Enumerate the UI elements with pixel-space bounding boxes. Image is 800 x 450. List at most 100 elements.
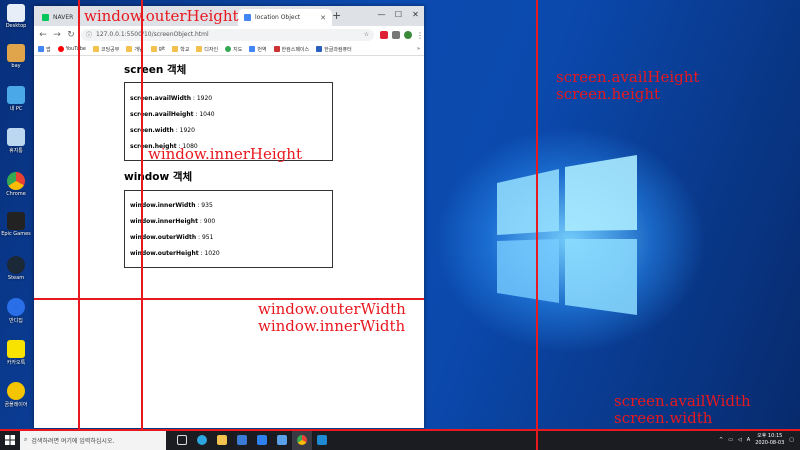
- taskbar-file-explorer[interactable]: [212, 430, 232, 450]
- window-heading: window 객체: [124, 171, 193, 183]
- back-icon[interactable]: ←: [39, 30, 47, 40]
- taskbar-chrome[interactable]: [292, 430, 312, 450]
- epic-games-icon: [7, 212, 25, 230]
- map-pin-icon: [225, 46, 232, 52]
- chevron-up-icon[interactable]: ^: [719, 437, 723, 443]
- annotation-screen-height: screen.height: [556, 85, 661, 103]
- annotation-outer-height: window.outerHeight: [84, 7, 239, 25]
- bookmark-hancom-space[interactable]: 한컴스페이스: [273, 46, 309, 53]
- extension-icons: ⋮: [380, 30, 424, 40]
- close-tab-icon[interactable]: ✕: [320, 14, 326, 22]
- naver-icon: [42, 14, 49, 21]
- start-button[interactable]: [0, 430, 20, 450]
- browser-window: NAVER location Object ✕ + — ☐ ✕ ← → ↻ ⓘ …: [34, 6, 424, 428]
- network-icon[interactable]: ▭: [728, 437, 733, 443]
- desktop-icon-gomplayer[interactable]: 곰플레이어: [4, 382, 28, 408]
- close-window-button[interactable]: ✕: [407, 6, 424, 22]
- clock[interactable]: 오후 10:15 2020-08-03: [755, 433, 784, 447]
- desktop-icon-chrome[interactable]: Chrome: [4, 172, 28, 197]
- edge-icon: [197, 435, 207, 445]
- annotation-inner-width: window.innerWidth: [258, 317, 406, 335]
- screen-height-line: [536, 0, 538, 450]
- desktop-icon-epic-games[interactable]: Epic Games: [1, 212, 31, 237]
- folder-icon: [150, 46, 157, 52]
- taskbar-store[interactable]: [232, 430, 252, 450]
- youtube-icon: [57, 46, 64, 52]
- inner-height-line: [141, 0, 143, 430]
- apps-grid-icon: [38, 46, 44, 52]
- forward-icon[interactable]: →: [53, 30, 61, 40]
- hancom-icon: [316, 46, 323, 52]
- recycle-bin-icon: [7, 128, 25, 146]
- tab-location-object[interactable]: location Object ✕: [238, 9, 332, 26]
- folder-user-icon: [7, 44, 25, 62]
- page-icon: [244, 14, 251, 21]
- annotation-screen-width: screen.width: [614, 409, 713, 427]
- taskbar-search-box[interactable]: ⌕ 검색하려면 여기에 입력하십시오.: [20, 430, 166, 450]
- screen-heading: screen 객체: [124, 64, 187, 76]
- taskbar-mail[interactable]: [252, 430, 272, 450]
- bookmark-folder[interactable]: git: [150, 46, 165, 52]
- bookmark-apps[interactable]: 앱: [38, 46, 51, 53]
- photos-icon: [277, 435, 287, 445]
- ime-indicator[interactable]: A: [747, 437, 750, 443]
- kakaotalk-icon: [7, 340, 25, 358]
- star-icon[interactable]: ☆: [364, 31, 369, 38]
- desktop-icon-bandizip[interactable]: 반디집: [4, 298, 28, 324]
- bookmarks-overflow-icon[interactable]: »: [417, 46, 420, 52]
- folder-icon: [126, 46, 133, 52]
- task-view-button[interactable]: [172, 430, 192, 450]
- info-icon[interactable]: ⓘ: [86, 30, 92, 39]
- tab-label: NAVER: [53, 14, 74, 21]
- taskbar-vscode[interactable]: [312, 430, 332, 450]
- bookmark-folder[interactable]: 학교: [172, 46, 189, 53]
- reload-icon[interactable]: ↻: [67, 30, 75, 40]
- bookmark-hancom[interactable]: 한글과컴퓨터: [316, 46, 352, 53]
- task-view-icon: [177, 435, 187, 445]
- extension-icon[interactable]: [380, 30, 388, 39]
- bookmark-folder[interactable]: 디자인: [196, 46, 218, 53]
- taskbar-apps: [172, 430, 332, 450]
- annotation-avail-height: screen.availHeight: [556, 68, 700, 86]
- desktop-icon-recycle-bin[interactable]: 휴지통: [4, 128, 28, 154]
- bandizip-icon: [7, 298, 25, 316]
- browser-toolbar: ← → ↻ ⓘ 127.0.0.1:5500/10/screenObject.h…: [34, 26, 424, 43]
- profile-avatar[interactable]: [404, 30, 412, 39]
- bookmarks-bar: 앱 YouTube 코딩공부 개념 git 학교 디자인 지도 번역 한컴스페이…: [34, 43, 424, 56]
- bookmark-youtube[interactable]: YouTube: [57, 46, 86, 52]
- bookmark-translate[interactable]: 번역: [249, 46, 267, 53]
- volume-icon[interactable]: ◁: [738, 437, 742, 443]
- search-icon: ⌕: [24, 436, 28, 443]
- chrome-icon: [297, 435, 307, 445]
- desktop-icon-desktop[interactable]: Desktop: [4, 4, 28, 29]
- file-icon: [7, 4, 25, 22]
- outer-height-line: [78, 0, 80, 430]
- bookmark-folder[interactable]: 코딩공부: [92, 46, 119, 53]
- translate-icon: [249, 46, 256, 52]
- new-tab-button[interactable]: +: [332, 9, 341, 22]
- folder-icon: [172, 46, 179, 52]
- desktop-icon-user[interactable]: bay: [4, 44, 28, 69]
- steam-icon: [7, 256, 25, 274]
- desktop-icon-kakaotalk[interactable]: 카카오톡: [4, 340, 28, 366]
- desktop-icon-pc[interactable]: 내 PC: [4, 86, 28, 112]
- chrome-icon: [7, 172, 25, 190]
- maximize-button[interactable]: ☐: [390, 6, 407, 22]
- address-bar[interactable]: ⓘ 127.0.0.1:5500/10/screenObject.html ☆: [81, 28, 374, 41]
- pc-icon: [7, 86, 25, 104]
- screen-width-line: [0, 429, 800, 431]
- taskbar-photos[interactable]: [272, 430, 292, 450]
- window-controls: — ☐ ✕: [373, 6, 424, 22]
- screen-row: screen.width : 1920: [130, 127, 195, 134]
- vscode-icon: [317, 435, 327, 445]
- taskbar-edge[interactable]: [192, 430, 212, 450]
- menu-icon[interactable]: ⋮: [416, 31, 424, 40]
- puzzle-icon[interactable]: [392, 30, 400, 39]
- annotation-avail-width: screen.availWidth: [614, 392, 751, 410]
- notification-icon[interactable]: ▢: [789, 437, 794, 443]
- minimize-button[interactable]: —: [373, 6, 390, 22]
- bookmark-maps[interactable]: 지도: [225, 46, 242, 53]
- url-text: 127.0.0.1:5500/10/screenObject.html: [96, 31, 209, 38]
- gomplayer-icon: [7, 382, 25, 400]
- desktop-icon-steam[interactable]: Steam: [4, 256, 28, 281]
